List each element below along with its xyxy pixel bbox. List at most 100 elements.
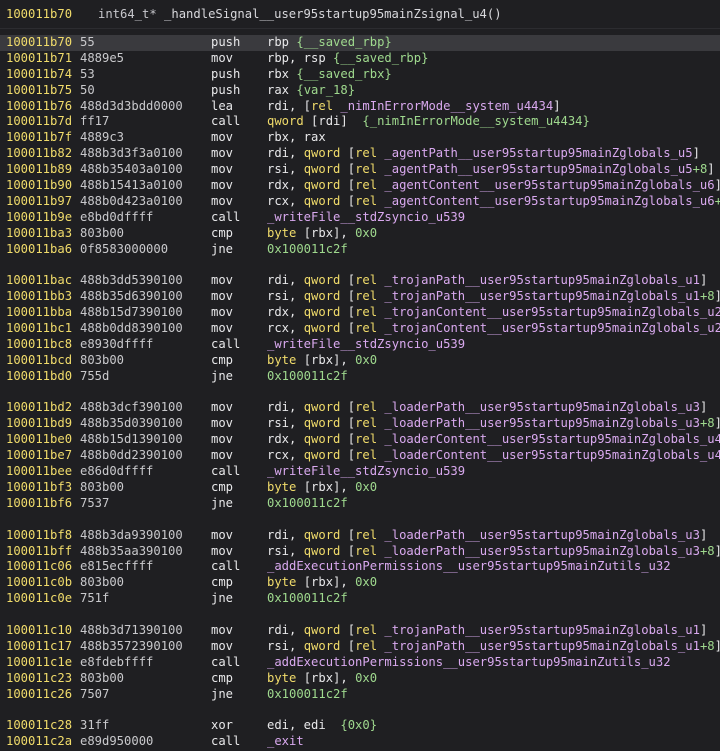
instruction-row[interactable]: 100011bd2 488b3dcf390100 mov rdi, qword [re… — [0, 400, 720, 416]
symbol-ref[interactable]: _loaderPath__user95startup95mainZglobals… — [384, 416, 700, 430]
function-address[interactable]: 100011b70 — [6, 7, 92, 21]
instruction-row[interactable]: 100011bac 488b3dd5390100 mov rdi, qword [re… — [0, 273, 720, 289]
instruction-address[interactable]: 100011bf6 — [6, 496, 72, 512]
instruction-operands[interactable]: _writeFile__stdZsyncio_u539 — [267, 464, 465, 480]
instruction-row[interactable]: 100011c0e 751f jne 0x100011c2f — [0, 591, 720, 607]
instruction-operands[interactable]: rdi, qword [rel _trojanPath__user95start… — [267, 623, 707, 639]
instruction-operands[interactable]: rbx, rax — [267, 130, 326, 146]
instruction-address[interactable]: 100011bd9 — [6, 416, 72, 432]
instruction-operands[interactable]: rdi, qword [rel _trojanPath__user95start… — [267, 273, 707, 289]
instruction-row[interactable]: 100011bc1 488b0dd8390100 mov rcx, qword [re… — [0, 321, 720, 337]
instruction-address[interactable]: 100011bac — [6, 273, 72, 289]
instruction-row[interactable]: 100011c17 488b3572390100 mov rsi, qword [re… — [0, 639, 720, 655]
instruction-address[interactable]: 100011b76 — [6, 99, 72, 115]
instruction-row[interactable]: 100011c06 e815ecffff call _addExecutionPerm… — [0, 559, 720, 575]
instruction-operands[interactable]: _exit — [267, 734, 304, 750]
instruction-address[interactable]: 100011be0 — [6, 432, 72, 448]
instruction-operands[interactable]: rcx, qword [rel _trojanContent__user95st… — [267, 321, 720, 337]
instruction-address[interactable]: 100011c0b — [6, 575, 72, 591]
symbol-ref[interactable]: _trojanContent__user95startup95mainZglob… — [384, 321, 720, 335]
instruction-address[interactable]: 100011bc8 — [6, 337, 72, 353]
instruction-row[interactable]: 100011bd9 488b35d0390100 mov rsi, qword [re… — [0, 416, 720, 432]
symbol-ref[interactable]: _exit — [267, 734, 304, 748]
instruction-row[interactable]: 100011b90 488b15413a0100 mov rdx, qword [re… — [0, 178, 720, 194]
instruction-address[interactable]: 100011c26 — [6, 687, 72, 703]
instruction-operands[interactable]: rdi, qword [rel _loaderPath__user95start… — [267, 528, 707, 544]
symbol-ref[interactable]: _agentPath__user95startup95mainZglobals_… — [384, 146, 692, 160]
instruction-row[interactable]: 100011bf8 488b3da9390100 mov rdi, qword [re… — [0, 528, 720, 544]
instruction-address[interactable]: 100011b9e — [6, 210, 72, 226]
instruction-operands[interactable]: byte [rbx], 0x0 — [267, 353, 377, 369]
instruction-address[interactable]: 100011c17 — [6, 639, 72, 655]
instruction-operands[interactable]: rbp, rsp {__saved_rbp} — [267, 51, 428, 67]
instruction-address[interactable]: 100011c06 — [6, 559, 72, 575]
instruction-address[interactable]: 100011b7d — [6, 114, 72, 130]
instruction-row[interactable]: 100011bba 488b15d7390100 mov rdx, qword [re… — [0, 305, 720, 321]
instruction-address[interactable]: 100011c2a — [6, 734, 72, 750]
instruction-operands[interactable]: rdx, qword [rel _loaderContent__user95st… — [267, 432, 720, 448]
instruction-operands[interactable]: rsi, qword [rel _trojanPath__user95start… — [267, 639, 720, 655]
instruction-operands[interactable]: byte [rbx], 0x0 — [267, 671, 377, 687]
instruction-operands[interactable]: 0x100011c2f — [267, 496, 348, 512]
instruction-row[interactable]: 100011b71 4889e5 mov rbp, rsp {__saved_rbp} — [0, 51, 720, 67]
instruction-operands[interactable]: 0x100011c2f — [267, 369, 348, 385]
instruction-row[interactable]: 100011bd0 755d jne 0x100011c2f — [0, 369, 720, 385]
symbol-ref[interactable]: _agentContent__user95startup95mainZgloba… — [384, 194, 714, 208]
instruction-operands[interactable]: rsi, qword [rel _loaderPath__user95start… — [267, 544, 720, 560]
symbol-ref[interactable]: _writeFile__stdZsyncio_u539 — [267, 464, 465, 478]
instruction-row[interactable]: 100011be7 488b0dd2390100 mov rcx, qword [re… — [0, 448, 720, 464]
instruction-address[interactable]: 100011bd2 — [6, 400, 72, 416]
instruction-row[interactable]: 100011b7f 4889c3 mov rbx, rax — [0, 130, 720, 146]
symbol-ref[interactable]: _loaderContent__user95startup95mainZglob… — [384, 432, 720, 446]
symbol-ref[interactable]: _addExecutionPermissions__user95startup9… — [267, 655, 671, 669]
instruction-operands[interactable]: byte [rbx], 0x0 — [267, 480, 377, 496]
instruction-row[interactable]: 100011ba6 0f8583000000 jne 0x100011c2f — [0, 242, 720, 258]
instruction-address[interactable]: 100011bf3 — [6, 480, 72, 496]
instruction-row[interactable]: 100011bc8 e8930dffff call _writeFile__stdZs… — [0, 337, 720, 353]
instruction-address[interactable]: 100011b82 — [6, 146, 72, 162]
instruction-operands[interactable]: 0x100011c2f — [267, 687, 348, 703]
instruction-operands[interactable]: byte [rbx], 0x0 — [267, 226, 377, 242]
instruction-address[interactable]: 100011c0e — [6, 591, 72, 607]
symbol-ref[interactable]: _addExecutionPermissions__user95startup9… — [267, 559, 671, 573]
symbol-ref[interactable]: _loaderPath__user95startup95mainZglobals… — [384, 528, 700, 542]
symbol-ref[interactable]: _loaderPath__user95startup95mainZglobals… — [384, 400, 700, 414]
instruction-operands[interactable]: 0x100011c2f — [267, 242, 348, 258]
instruction-address[interactable]: 100011c10 — [6, 623, 72, 639]
instruction-row[interactable]: 100011bf3 803b00 cmp byte [rbx], 0x0 — [0, 480, 720, 496]
instruction-operands[interactable]: rsi, qword [rel _agentPath__user95startu… — [267, 162, 715, 178]
instruction-address[interactable]: 100011b7f — [6, 130, 72, 146]
instruction-row[interactable]: 100011b70 55 push rbp {__saved_rbp} — [0, 35, 720, 51]
symbol-ref[interactable]: _writeFile__stdZsyncio_u539 — [267, 210, 465, 224]
instruction-address[interactable]: 100011be7 — [6, 448, 72, 464]
instruction-address[interactable]: 100011bee — [6, 464, 72, 480]
instruction-address[interactable]: 100011c23 — [6, 671, 72, 687]
instruction-operands[interactable]: rcx, qword [rel _agentContent__user95sta… — [267, 194, 720, 210]
instruction-operands[interactable]: rax {var_18} — [267, 83, 355, 99]
function-signature[interactable]: int64_t* _handleSignal__user95startup95m… — [98, 7, 502, 21]
instruction-row[interactable]: 100011c10 488b3d71390100 mov rdi, qword [re… — [0, 623, 720, 639]
instruction-row[interactable]: 100011b7d ff17 call qword [rdi] {_nimInErro… — [0, 114, 720, 130]
instruction-row[interactable]: 100011ba3 803b00 cmp byte [rbx], 0x0 — [0, 226, 720, 242]
instruction-row[interactable]: 100011c0b 803b00 cmp byte [rbx], 0x0 — [0, 575, 720, 591]
symbol-ref[interactable]: _nimInErrorMode__system_u4434 — [340, 99, 553, 113]
instruction-address[interactable]: 100011bff — [6, 544, 72, 560]
function-name[interactable]: _handleSignal__user95startup95mainZsigna… — [164, 7, 502, 21]
instruction-operands[interactable]: rbp {__saved_rbp} — [267, 35, 392, 51]
instruction-row[interactable]: 100011c26 7507 jne 0x100011c2f — [0, 687, 720, 703]
symbol-ref[interactable]: _agentPath__user95startup95mainZglobals_… — [384, 162, 692, 176]
instruction-address[interactable]: 100011b97 — [6, 194, 72, 210]
instruction-operands[interactable]: byte [rbx], 0x0 — [267, 575, 377, 591]
instruction-address[interactable]: 100011bc1 — [6, 321, 72, 337]
instruction-address[interactable]: 100011ba6 — [6, 242, 72, 258]
instruction-address[interactable]: 100011b71 — [6, 51, 72, 67]
symbol-ref[interactable]: _loaderPath__user95startup95mainZglobals… — [384, 544, 700, 558]
instruction-row[interactable]: 100011bff 488b35aa390100 mov rsi, qword [re… — [0, 544, 720, 560]
instruction-row[interactable]: 100011bee e86d0dffff call _writeFile__stdZs… — [0, 464, 720, 480]
instruction-row[interactable]: 100011bcd 803b00 cmp byte [rbx], 0x0 — [0, 353, 720, 369]
symbol-ref[interactable]: _trojanPath__user95startup95mainZglobals… — [384, 623, 700, 637]
instruction-operands[interactable]: _writeFile__stdZsyncio_u539 — [267, 337, 465, 353]
instruction-operands[interactable]: rdx, qword [rel _trojanContent__user95st… — [267, 305, 720, 321]
instruction-operands[interactable]: rdx, qword [rel _agentContent__user95sta… — [267, 178, 720, 194]
instruction-address[interactable]: 100011bf8 — [6, 528, 72, 544]
